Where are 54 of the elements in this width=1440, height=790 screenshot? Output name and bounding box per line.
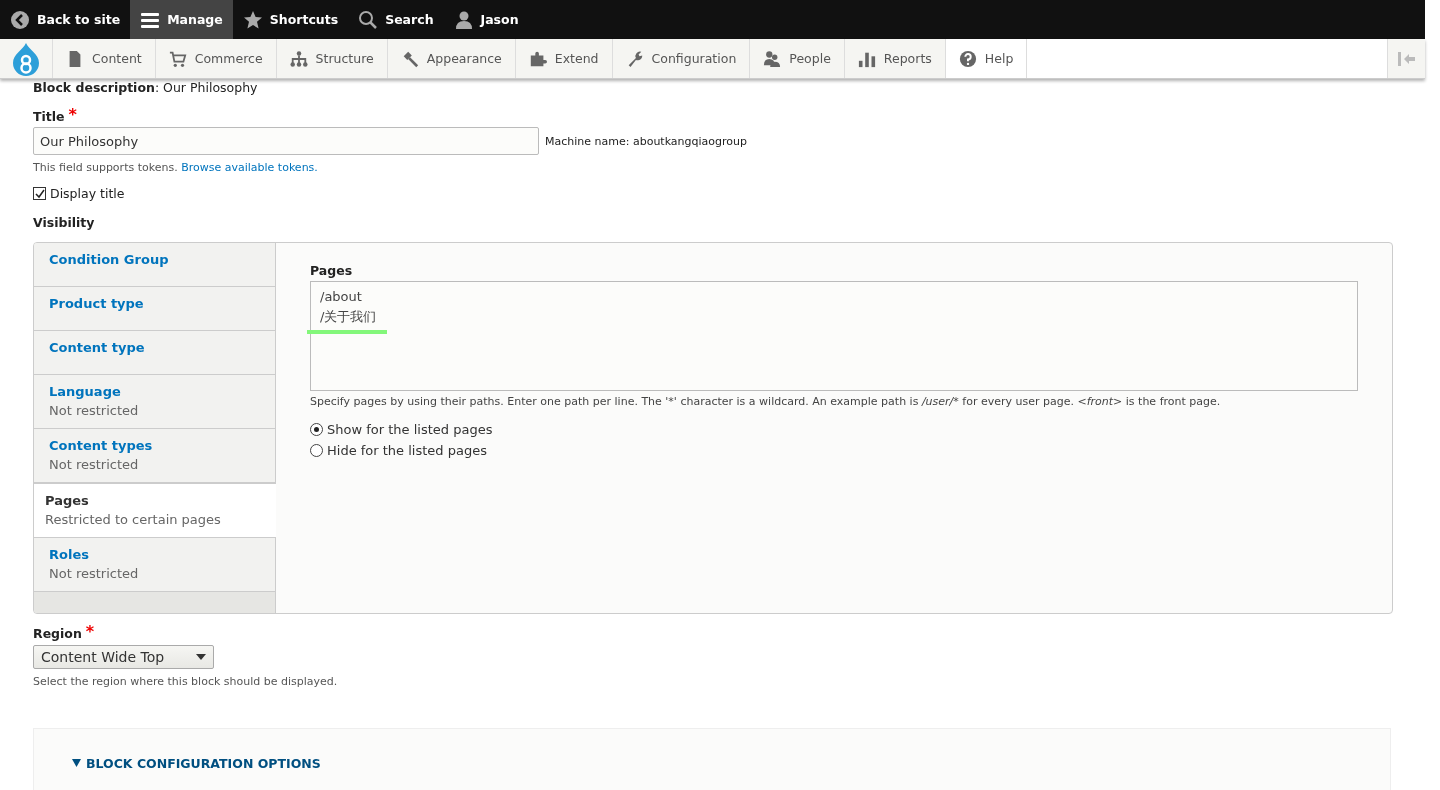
menu-tab[interactable]: Extend [515,39,613,78]
collapse-toolbar-button[interactable] [1387,39,1425,78]
title-input[interactable]: Our Philosophy [33,127,539,155]
help-icon [958,49,977,68]
field-label: Pages [310,263,354,278]
search-icon [358,9,379,30]
toolbar-tab[interactable]: Jason [443,0,529,39]
user-icon [453,9,474,30]
toolbar-tab[interactable]: Back to site [0,0,131,39]
menu-tab[interactable]: People [750,39,845,78]
field-label: Title [33,109,65,124]
required-mark: * [68,109,77,124]
triangle-icon [72,759,81,767]
vertical-tab[interactable]: Language Not restricted [34,375,275,429]
checkbox[interactable] [33,187,46,200]
pages-textarea[interactable]: /about /关于我们 [310,281,1358,391]
menu-tab[interactable]: Configuration [612,39,751,78]
star-icon [242,9,263,30]
vertical-tab[interactable]: Product type [34,287,275,331]
required-mark: * [85,626,95,641]
menu-tab[interactable]: Appearance [387,39,516,78]
section-heading: Visibility [33,215,96,230]
dropdown-caret-icon [196,654,206,660]
drop-logo-icon[interactable] [11,41,41,76]
radio-option[interactable]: Show for the listed pages [310,422,1358,437]
toolbar-tab[interactable]: Manage [130,0,233,39]
checkbox-label: Display title [50,186,125,201]
tokens-link[interactable]: Browse available tokens. [181,161,318,174]
menu-tab[interactable]: Structure [276,39,388,78]
help-text: Select the region where this block should be displayed. [33,675,339,688]
menu-tab[interactable]: Commerce [155,39,277,78]
vertical-tab[interactable]: Roles Not restricted [34,538,275,592]
puzzle-icon [528,49,547,68]
field-label: Region [33,626,82,641]
toolbar-tab[interactable]: Shortcuts [232,0,349,39]
menu-tab[interactable]: Reports [844,39,946,78]
vertical-tab[interactable]: Content types Not restricted [34,429,275,483]
vertical-tab[interactable]: Pages Restricted to certain pages [34,483,276,538]
radio-option[interactable]: Hide for the listed pages [310,443,1358,458]
people-icon [763,49,782,68]
menu-tab[interactable]: Help [945,39,1028,78]
vertical-tab[interactable]: Content type [34,331,275,375]
collapse-arrow-icon [1397,51,1416,66]
machine-name: Machine name: aboutkangqiaogroup [545,134,747,148]
vertical-tab[interactable]: Condition Group [34,243,275,287]
toolbar-tab[interactable]: Search [348,0,444,39]
region-select[interactable]: Content Wide Top [33,645,214,669]
cart-icon [168,49,187,68]
menu-tab[interactable]: Content [53,39,156,78]
sitemap-icon [289,49,308,68]
block-description: Block description: Our Philosophy [33,80,259,95]
field-description: Specify pages by using their paths. Enter one path per line. The '*' character is a wildcard. An example path is /user/* for every user page. <front> is the front page. [310,395,1222,408]
help-text: This field supports tokens. [33,161,178,174]
details-toggle[interactable]: BLOCK CONFIGURATION OPTIONS [72,755,321,771]
